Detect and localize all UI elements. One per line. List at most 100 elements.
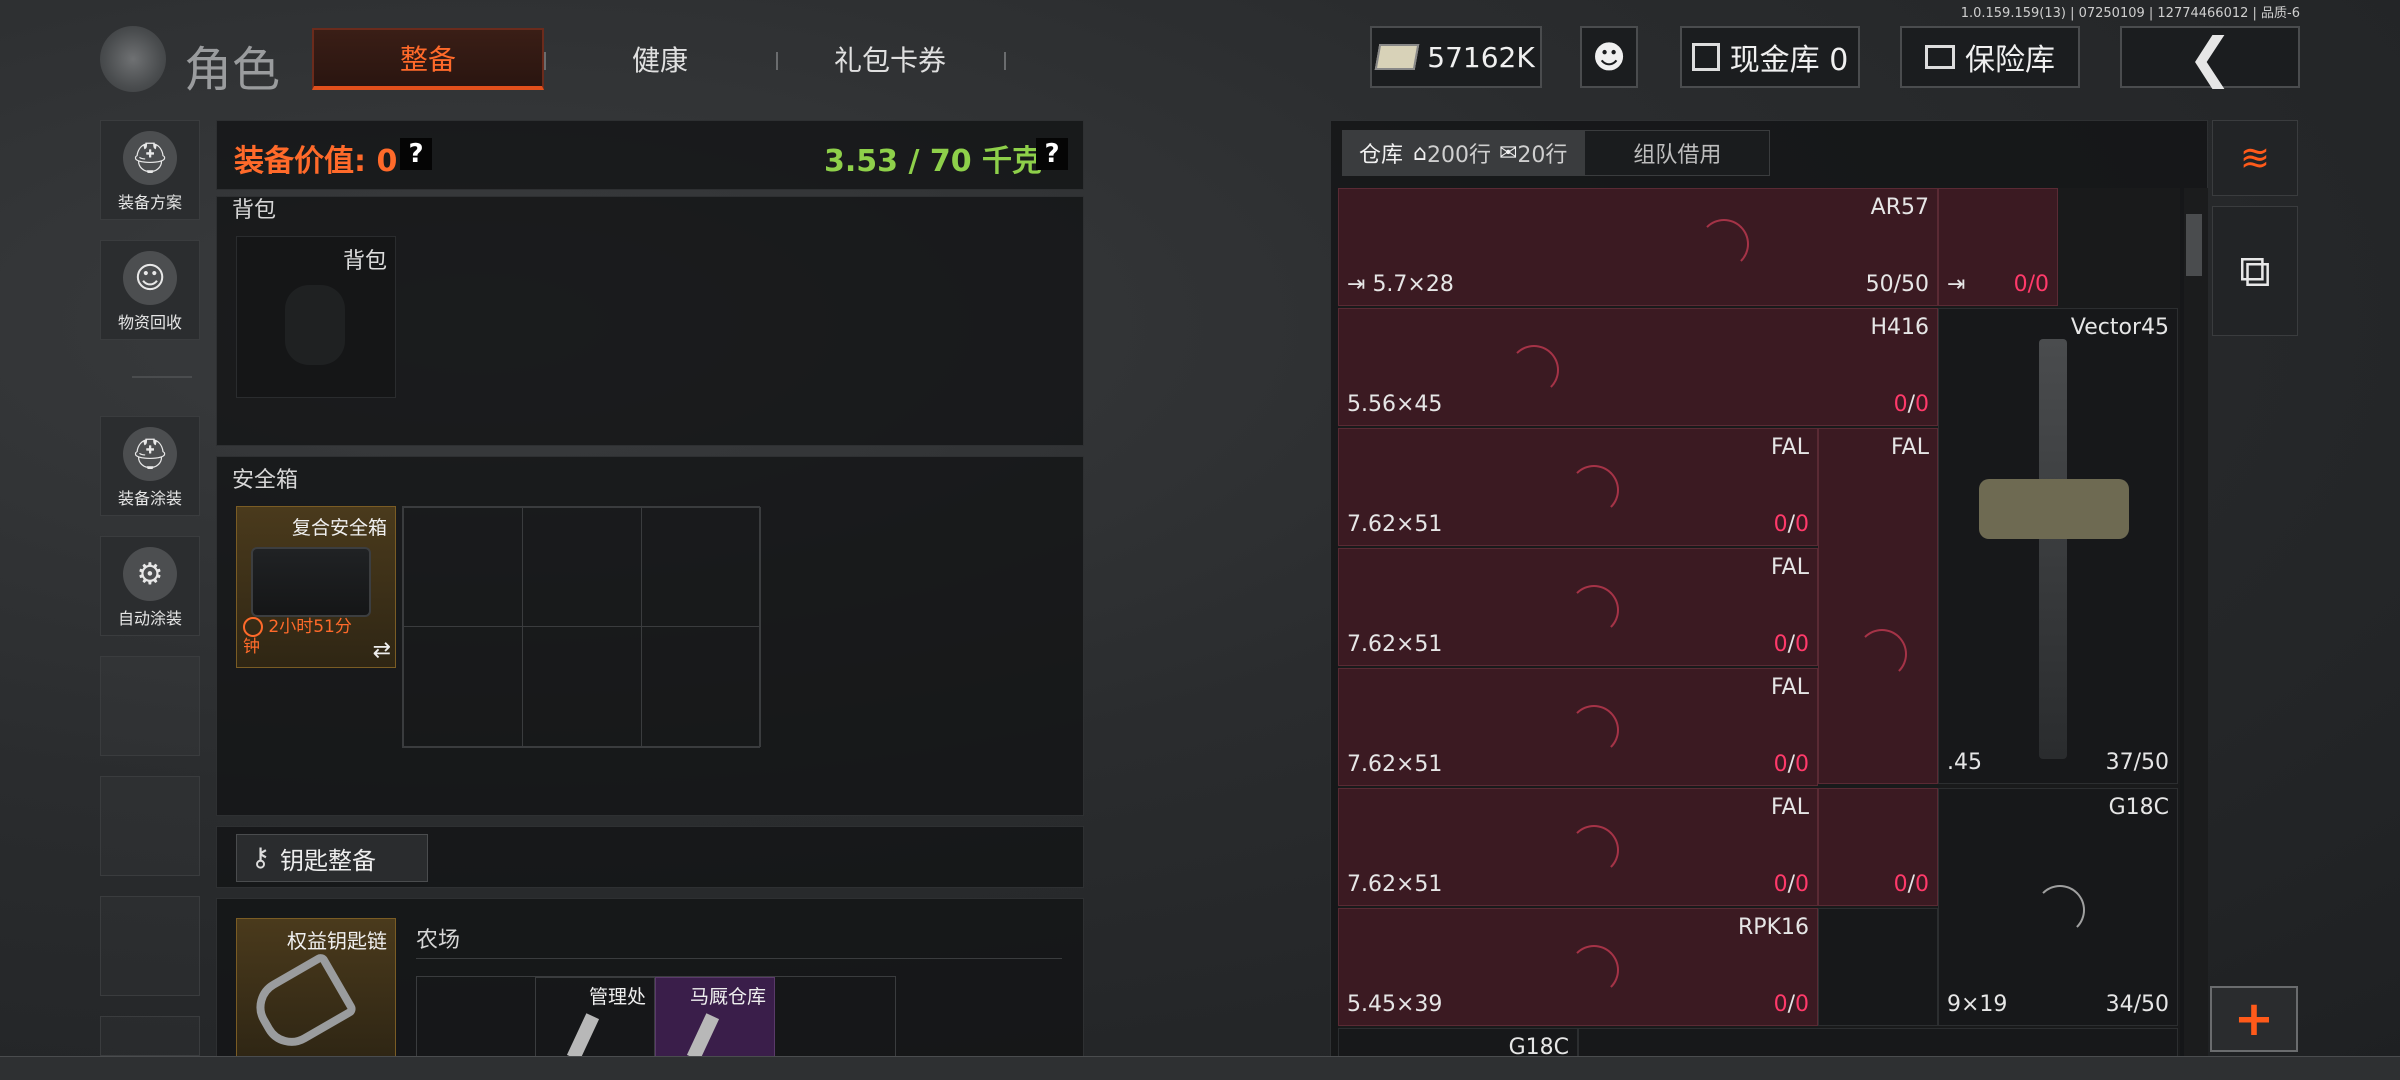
item-caliber-icon: ⇥ xyxy=(1947,272,1966,297)
backpack-silhouette-icon xyxy=(285,285,345,365)
add-warehouse-button[interactable]: + xyxy=(2210,986,2298,1052)
inventory-item-h416[interactable]: H416 5.56×45 0/0 xyxy=(1338,308,1938,426)
warehouse-scrollbar[interactable] xyxy=(2184,188,2208,1056)
weight-display: 3.53 / 70 千克 xyxy=(824,144,1043,179)
weight-help-button[interactable]: ? xyxy=(1036,138,1068,170)
key-loadout-label: 钥匙整备 xyxy=(280,846,377,875)
clock-icon xyxy=(243,617,263,637)
auto-store-button[interactable]: ⧉ xyxy=(2212,206,2298,336)
recycle-button[interactable]: ☺ 物资回收 xyxy=(100,240,200,340)
safebox-cell[interactable] xyxy=(403,507,523,627)
key-area-divider xyxy=(416,958,1062,959)
safe-icon xyxy=(1925,45,1955,69)
safe-vault-label: 保险库 xyxy=(1965,43,2055,78)
cash-icon xyxy=(1374,44,1420,70)
inventory-empty-cell[interactable] xyxy=(1818,908,1938,1026)
money-display[interactable]: 57162K xyxy=(1370,26,1542,88)
tab-loadout[interactable]: 整备 xyxy=(312,28,544,90)
item-name: FAL xyxy=(1771,435,1809,460)
inventory-item-vector45[interactable]: Vector45 .45 37/50 xyxy=(1938,308,2178,784)
equipment-paint-label: 装备涂装 xyxy=(117,489,182,508)
loading-spinner-icon xyxy=(1509,345,1559,395)
trader-button[interactable]: ☻ xyxy=(1580,26,1638,88)
key-loadout-button[interactable]: ⚷ 钥匙整备 xyxy=(236,834,428,882)
back-button[interactable]: ❮ xyxy=(2120,25,2300,89)
safebox-cell[interactable] xyxy=(522,626,642,747)
item-caliber: 7.62×51 xyxy=(1347,632,1443,657)
item-name: H416 xyxy=(1870,315,1929,340)
safebox-cell[interactable] xyxy=(641,626,761,747)
home-icon: ⌂ xyxy=(1413,140,1427,166)
inventory-item-ar57[interactable]: AR57 ⇥ 5.7×28 50/50 xyxy=(1338,188,1938,306)
inventory-item-g18c[interactable]: G18C 9×19 34/50 xyxy=(1938,788,2178,1026)
loading-spinner-icon xyxy=(1569,585,1619,635)
back-arrow-icon: ❮ xyxy=(2187,25,2233,89)
empty-tool-slot[interactable] xyxy=(100,776,200,876)
safebox-case-icon xyxy=(251,547,371,617)
safebox-cell[interactable] xyxy=(522,507,642,627)
inventory-item-fal-vertical[interactable]: FAL xyxy=(1818,428,1938,784)
inventory-item-fal[interactable]: FAL 7.62×51 0/0 xyxy=(1338,788,1818,906)
tab-separator xyxy=(1004,52,1006,70)
empty-tool-slot[interactable] xyxy=(100,896,200,996)
value-help-button[interactable]: ? xyxy=(400,138,432,170)
stack-refresh-icon: ≋ xyxy=(2239,137,2271,179)
key-slot-stable[interactable]: 马厩仓库 xyxy=(655,977,775,1061)
item-name: RPK16 xyxy=(1738,915,1809,940)
bottom-bar xyxy=(0,1056,2400,1080)
inventory-item-fal[interactable]: FAL 7.62×51 0/0 xyxy=(1338,428,1818,546)
empty-tool-slot[interactable] xyxy=(100,656,200,756)
item-name: G18C xyxy=(1508,1035,1569,1056)
loadout-plan-label: 装备方案 xyxy=(117,193,182,212)
vault-icon xyxy=(1691,43,1720,71)
recycle-face-icon: ☺ xyxy=(123,251,177,305)
item-ammo-count: 0/0 xyxy=(1773,872,1809,897)
inventory-item-rpk16[interactable]: RPK16 5.45×39 0/0 xyxy=(1338,908,1818,1026)
helmet-grid-icon: ⛑ xyxy=(123,131,177,185)
item-name: FAL xyxy=(1771,795,1809,820)
key-area-label: 农场 xyxy=(416,928,461,953)
loading-spinner-icon xyxy=(1569,705,1619,755)
item-caliber: 9×19 xyxy=(1947,992,2008,1017)
inventory-item-fal[interactable]: FAL 7.62×51 0/0 xyxy=(1338,548,1818,666)
trader-avatar-icon: ☻ xyxy=(1592,38,1626,76)
warehouse-scroll-thumb[interactable] xyxy=(2186,214,2202,276)
tab-gift-cards[interactable]: 礼包卡券 xyxy=(800,28,980,90)
safebox-cell[interactable] xyxy=(403,626,523,747)
item-name: AR57 xyxy=(1870,195,1929,220)
safebox-item[interactable]: 复合安全箱 2小时51分钟 ⇄ xyxy=(236,506,396,668)
safebox-cell[interactable] xyxy=(641,507,761,627)
equipment-paint-button[interactable]: ⛑ 装备涂装 xyxy=(100,416,200,516)
tab-health[interactable]: 健康 xyxy=(580,28,740,90)
key-stable-label: 马厩仓库 xyxy=(689,986,766,1008)
item-caliber: .45 xyxy=(1947,750,1982,775)
safe-vault-button[interactable]: 保险库 xyxy=(1900,26,2080,88)
backpack-title: 背包 xyxy=(232,198,277,223)
item-name: FAL xyxy=(1891,435,1929,460)
swap-icon[interactable]: ⇄ xyxy=(373,638,391,663)
inventory-item-fal-b[interactable]: 0/0 xyxy=(1818,788,1938,906)
item-ammo-count: 0/0 xyxy=(1893,872,1929,897)
backpack-slot[interactable]: 背包 xyxy=(236,236,396,398)
sort-refresh-button[interactable]: ≋ xyxy=(2212,120,2298,196)
auto-paint-button[interactable]: ⚙ 自动涂装 xyxy=(100,536,200,636)
inventory-item-fal[interactable]: FAL 7.62×51 0/0 xyxy=(1338,668,1818,786)
loading-spinner-icon xyxy=(2035,885,2085,935)
key-slot-office[interactable]: 管理处 xyxy=(535,977,655,1061)
tab-warehouse[interactable]: 仓库 ⌂ 200行 ✉ 20行 xyxy=(1342,130,1585,176)
character-logo-icon xyxy=(100,26,166,92)
cash-vault-button[interactable]: 现金库 0 xyxy=(1680,26,1860,88)
inventory-empty-row[interactable] xyxy=(1578,1028,2178,1056)
money-amount: 57162K xyxy=(1427,40,1535,74)
inventory-item-g18c[interactable]: G18C xyxy=(1338,1028,1578,1056)
loadout-plan-button[interactable]: ⛑ 装备方案 xyxy=(100,120,200,220)
key-grid: 管理处 马厩仓库 xyxy=(416,976,896,1061)
warehouse-tabs: 仓库 ⌂ 200行 ✉ 20行 组队借用 xyxy=(1342,130,1771,178)
item-name: G18C xyxy=(2108,795,2169,820)
loading-spinner-icon xyxy=(1699,219,1749,269)
recycle-label: 物资回收 xyxy=(117,313,182,332)
empty-tool-slot[interactable] xyxy=(100,1016,200,1056)
inventory-item-ammo[interactable]: ⇥ 0/0 xyxy=(1938,188,2058,306)
keychain-item[interactable]: 权益钥匙链 xyxy=(236,918,396,1058)
tab-team-borrow[interactable]: 组队借用 xyxy=(1584,130,1771,176)
